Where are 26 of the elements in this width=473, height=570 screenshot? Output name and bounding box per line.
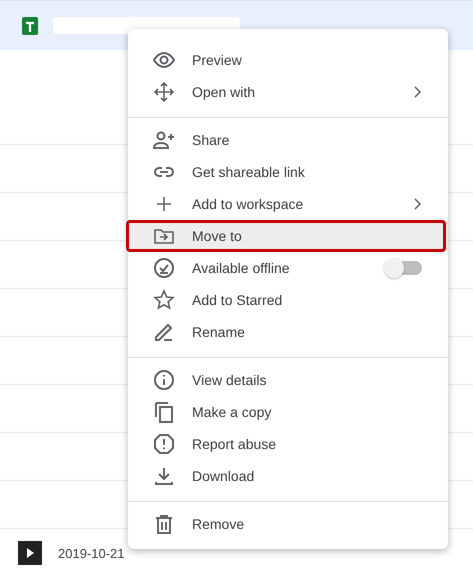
menu-item[interactable]: Add to Starred [128,284,448,316]
star-icon [152,288,176,312]
chevron-right-icon [412,86,422,98]
info-icon [152,368,176,392]
toggle-switch[interactable] [386,261,422,275]
move-arrows-icon [152,80,176,104]
menu-item[interactable]: Available offline [128,252,448,284]
file-date: 2019-10-21 [58,546,124,560]
menu-item[interactable]: Share [128,124,448,156]
menu-item[interactable]: View details [128,364,448,396]
menu-item[interactable]: Move to [128,220,448,252]
menu-item[interactable]: Preview [128,44,448,76]
menu-item[interactable]: Report abuse [128,428,448,460]
menu-item[interactable]: Remove [128,508,448,540]
menu-item[interactable]: Open with [128,76,448,108]
warning-icon [152,432,176,456]
menu-item[interactable]: Get shareable link [128,156,448,188]
menu-item[interactable]: Make a copy [128,396,448,428]
spreadsheet-icon [22,16,38,34]
menu-item[interactable]: Add to workspace [128,188,448,220]
menu-item[interactable]: Download [128,460,448,492]
video-thumbnail-icon [18,541,42,565]
menu-item[interactable]: Rename [128,316,448,348]
offline-check-icon [152,256,176,280]
chevron-right-icon [412,198,422,210]
copy-icon [152,400,176,424]
